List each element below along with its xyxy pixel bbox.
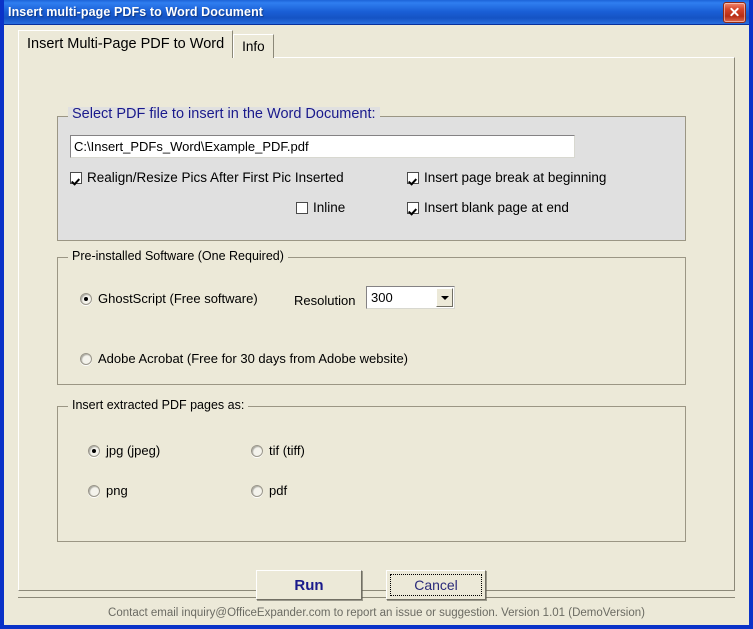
radio-label: pdf [269,483,288,498]
focus-ring: Cancel [390,574,482,596]
radio-icon [80,293,92,305]
select-pdf-file-group: Select PDF file to insert in the Word Do… [57,107,686,241]
insert-extracted-pages-as-group: Insert extracted PDF pages as: jpg (jpeg… [57,398,686,542]
tab-strip: Insert Multi-Page PDF to Word Info [18,30,274,58]
footer-status-text: Contact email inquiry@OfficeExpander.com… [108,607,645,619]
checkbox-icon [296,202,308,214]
tab-panel-insert-multipage-pdf: Select PDF file to insert in the Word Do… [18,57,735,600]
radio-icon [88,445,100,457]
preinstalled-software-group: Pre-installed Software (One Required) Gh… [57,249,686,385]
radio-ghostscript[interactable]: GhostScript (Free software) [80,290,258,307]
checkbox-label: Inline [313,200,346,215]
radio-format-tif[interactable]: tif (tiff) [251,442,305,459]
resolution-label: Resolution [294,293,356,308]
resolution-value: 300 [371,290,393,305]
radio-label: tif (tiff) [269,443,305,458]
radio-icon [251,445,263,457]
checkbox-label: Insert blank page at end [424,200,569,215]
pdf-path-input[interactable]: C:\Insert_PDFs_Word\Example_PDF.pdf [70,135,575,158]
footer-divider [18,597,735,598]
window-title: Insert multi-page PDFs to Word Document [8,5,264,19]
resolution-dropdown[interactable]: 300 [366,286,455,309]
checkbox-inline[interactable]: Inline [296,199,345,216]
preinstalled-software-legend: Pre-installed Software (One Required) [68,249,288,263]
checkbox-insert-page-break-at-beginning[interactable]: Insert page break at beginning [407,169,606,186]
checkbox-icon [407,202,419,214]
radio-icon [251,485,263,497]
checkbox-label: Realign/Resize Pics After First Pic Inse… [87,170,344,185]
insert-extracted-pages-as-legend: Insert extracted PDF pages as: [68,398,249,412]
chevron-down-icon[interactable] [436,288,453,307]
run-button-label: Run [294,576,324,594]
select-pdf-file-legend: Select PDF file to insert in the Word Do… [68,107,380,121]
checkbox-insert-blank-page-at-end[interactable]: Insert blank page at end [407,199,569,216]
cancel-button[interactable]: Cancel [386,570,486,600]
radio-format-pdf[interactable]: pdf [251,482,287,499]
radio-format-png[interactable]: png [88,482,128,499]
title-bar: Insert multi-page PDFs to Word Document [4,0,749,25]
tab-insert-multipage-pdf-to-word[interactable]: Insert Multi-Page PDF to Word [18,30,234,58]
radio-adobe-acrobat[interactable]: Adobe Acrobat (Free for 30 days from Ado… [80,350,408,367]
checkbox-icon [70,172,82,184]
tab-label: Insert Multi-Page PDF to Word [27,36,225,52]
close-icon[interactable] [723,1,746,23]
application-window: Insert multi-page PDFs to Word Document … [0,0,753,629]
radio-label: jpg (jpeg) [106,443,161,458]
radio-icon [88,485,100,497]
radio-label: png [106,483,128,498]
cancel-button-label: Cancel [414,577,458,593]
checkbox-realign-resize-pics[interactable]: Realign/Resize Pics After First Pic Inse… [70,169,344,186]
run-button[interactable]: Run [256,570,362,600]
tab-label: Info [242,39,265,54]
radio-icon [80,353,92,365]
client-area: Insert Multi-Page PDF to Word Info Selec… [4,25,749,625]
radio-label: Adobe Acrobat (Free for 30 days from Ado… [98,351,409,366]
radio-label: GhostScript (Free software) [98,291,258,306]
tab-info[interactable]: Info [233,34,274,58]
checkbox-icon [407,172,419,184]
checkbox-label: Insert page break at beginning [424,170,607,185]
radio-format-jpg[interactable]: jpg (jpeg) [88,442,160,459]
